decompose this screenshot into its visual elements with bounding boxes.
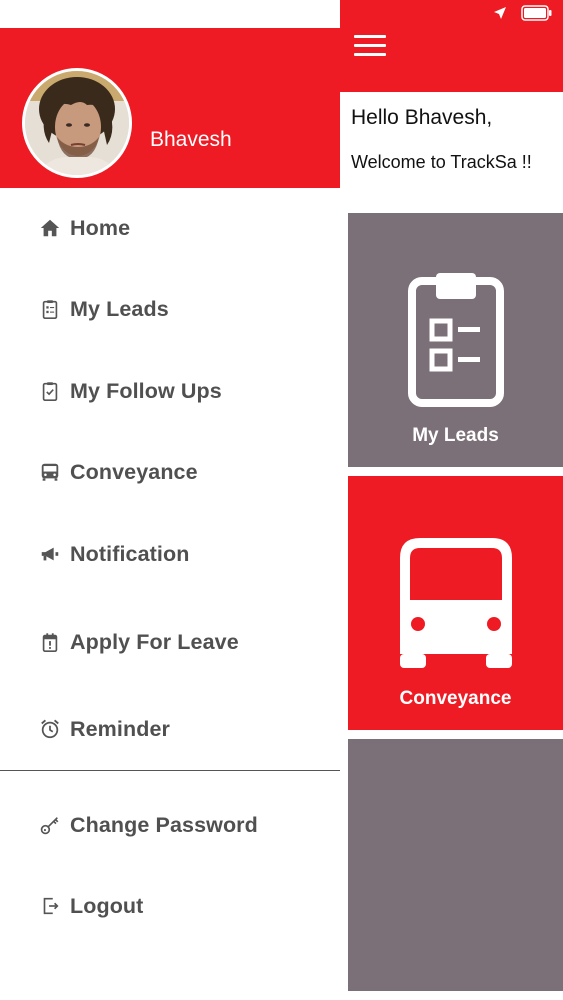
status-bar [493,5,553,26]
key-icon [38,813,62,837]
tile-conveyance[interactable]: Conveyance [348,476,563,730]
menu-item-label: Apply For Leave [70,629,239,654]
menu-item-my-follow-ups[interactable]: My Follow Ups [0,361,340,421]
menu-item-home[interactable]: Home [0,198,340,258]
clipboard-list-icon [407,271,505,414]
navigation-drawer: Bhavesh Home My Leads My Follow Ups Conv… [0,0,340,1000]
tile-my-leads[interactable]: My Leads [348,213,563,467]
drawer-status-strip [0,0,340,28]
user-name: Bhavesh [150,128,232,151]
menu-item-label: My Leads [70,296,169,321]
menu-item-conveyance[interactable]: Conveyance [0,442,340,502]
avatar[interactable] [22,68,132,178]
app-bar [340,0,563,92]
home-icon [38,216,62,240]
menu-item-reminder[interactable]: Reminder [0,699,340,759]
megaphone-icon [38,542,62,566]
drawer-header: Bhavesh [0,28,340,188]
menu-item-logout[interactable]: Logout [0,876,340,936]
clipboard-check-icon [38,379,62,403]
alarm-clock-icon [38,717,62,741]
menu-item-label: Conveyance [70,459,198,484]
tile-empty[interactable] [348,739,563,991]
menu-divider [0,770,340,771]
hamburger-menu-button[interactable] [354,32,388,60]
avatar-photo [25,71,129,175]
menu-item-label: Reminder [70,716,170,741]
greeting-text: Hello Bhavesh, [351,106,493,129]
main-content: Hello Bhavesh, Welcome to TrackSa !! My … [340,0,563,1000]
menu-item-notification[interactable]: Notification [0,524,340,584]
menu-item-label: Change Password [70,812,258,837]
location-arrow-icon [493,6,507,25]
logout-icon [38,894,62,918]
menu-item-change-password[interactable]: Change Password [0,795,340,855]
bus-icon [38,460,62,484]
menu-item-label: Notification [70,541,190,566]
tile-label: Conveyance [399,688,512,709]
welcome-text: Welcome to TrackSa !! [351,152,532,172]
menu-item-label: My Follow Ups [70,378,222,403]
clipboard-list-icon [38,297,62,321]
menu-item-label: Logout [70,893,144,918]
calendar-alert-icon [38,630,62,654]
menu-item-my-leads[interactable]: My Leads [0,279,340,339]
menu-item-apply-for-leave[interactable]: Apply For Leave [0,612,340,672]
menu-item-label: Home [70,215,131,240]
battery-icon [521,5,553,26]
bus-icon [396,536,516,675]
tile-label: My Leads [412,425,499,446]
